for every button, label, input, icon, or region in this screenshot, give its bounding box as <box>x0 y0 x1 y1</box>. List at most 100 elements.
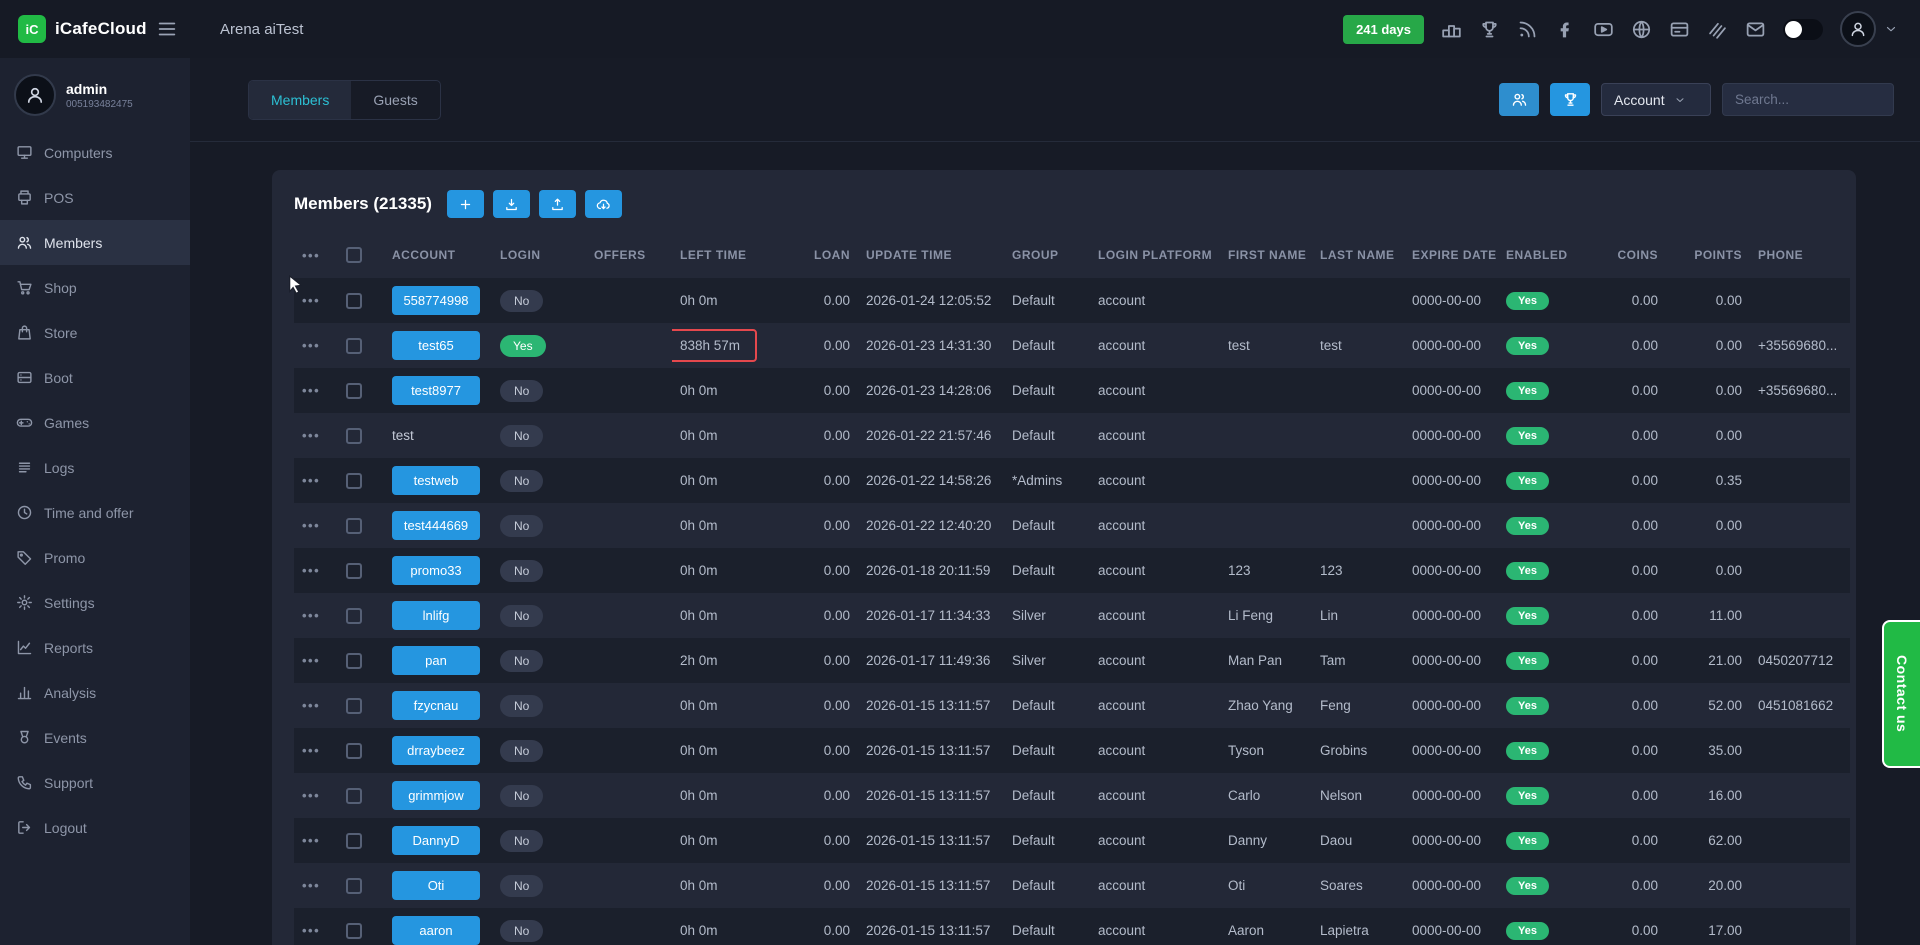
row-checkbox[interactable] <box>346 518 362 534</box>
sidebar-item-logs[interactable]: Logs <box>0 445 190 490</box>
billing-card-icon[interactable] <box>1669 19 1690 40</box>
col-header-account[interactable]: ACCOUNT <box>384 232 492 278</box>
sidebar-item-members[interactable]: Members <box>0 220 190 265</box>
col-header-offers[interactable]: OFFERS <box>586 232 672 278</box>
row-actions-button[interactable]: ••• <box>302 383 320 398</box>
row-actions-button[interactable]: ••• <box>302 518 320 533</box>
col-header-phone[interactable]: PHONE <box>1750 232 1850 278</box>
account-button[interactable]: test65 <box>392 331 480 360</box>
user-avatar[interactable] <box>1840 11 1876 47</box>
row-actions-button[interactable]: ••• <box>302 788 320 803</box>
row-actions-button[interactable]: ••• <box>302 743 320 758</box>
trophy-icon[interactable] <box>1479 19 1500 40</box>
col-header-group[interactable]: GROUP <box>1004 232 1090 278</box>
row-checkbox[interactable] <box>346 743 362 759</box>
tab-members[interactable]: Members <box>249 81 351 119</box>
sidebar-item-logout[interactable]: Logout <box>0 805 190 850</box>
account-button[interactable]: pan <box>392 646 480 675</box>
row-actions-button[interactable]: ••• <box>302 338 320 353</box>
row-actions-button[interactable]: ••• <box>302 878 320 893</box>
row-checkbox[interactable] <box>346 293 362 309</box>
contact-us-button[interactable]: Contact us <box>1882 620 1920 768</box>
sidebar-user-card[interactable]: admin 005193482475 <box>0 58 190 130</box>
account-button[interactable]: promo33 <box>392 556 480 585</box>
account-button[interactable]: drraybeez <box>392 736 480 765</box>
row-actions-button[interactable]: ••• <box>302 608 320 623</box>
account-button[interactable]: test444669 <box>392 511 480 540</box>
sidebar-item-store[interactable]: Store <box>0 310 190 355</box>
sidebar-item-reports[interactable]: Reports <box>0 625 190 670</box>
sidebar-item-settings[interactable]: Settings <box>0 580 190 625</box>
globe-icon[interactable] <box>1631 19 1652 40</box>
export-members-button[interactable] <box>539 190 576 218</box>
account-button[interactable]: fzycnau <box>392 691 480 720</box>
sidebar-item-time-and-offer[interactable]: Time and offer <box>0 490 190 535</box>
row-actions-button[interactable]: ••• <box>302 293 320 308</box>
col-header-last-name[interactable]: LAST NAME <box>1312 232 1404 278</box>
theme-toggle[interactable] <box>1783 19 1823 40</box>
search-input[interactable] <box>1722 83 1894 116</box>
select-all-checkbox[interactable] <box>346 247 362 263</box>
col-header-coins[interactable]: COINS <box>1592 232 1666 278</box>
import-members-button[interactable] <box>493 190 530 218</box>
ranking-icon[interactable] <box>1441 19 1462 40</box>
account-button[interactable]: testweb <box>392 466 480 495</box>
add-member-button[interactable] <box>447 190 484 218</box>
col-header-first-name[interactable]: FIRST NAME <box>1220 232 1312 278</box>
tab-guests[interactable]: Guests <box>351 81 439 119</box>
stripes-icon[interactable] <box>1707 19 1728 40</box>
search-field-dropdown[interactable]: Account <box>1601 83 1711 116</box>
row-checkbox[interactable] <box>346 923 362 939</box>
subscription-days-badge[interactable]: 241 days <box>1343 15 1424 44</box>
sidebar-item-support[interactable]: Support <box>0 760 190 805</box>
facebook-icon[interactable] <box>1555 19 1576 40</box>
account-button[interactable]: 558774998 <box>392 286 480 315</box>
sidebar-item-pos[interactable]: POS <box>0 175 190 220</box>
row-checkbox[interactable] <box>346 473 362 489</box>
sidebar-item-events[interactable]: Events <box>0 715 190 760</box>
row-checkbox[interactable] <box>346 653 362 669</box>
youtube-icon[interactable] <box>1593 19 1614 40</box>
user-menu-caret-icon[interactable] <box>1884 22 1898 36</box>
row-actions-button[interactable]: ••• <box>302 923 320 938</box>
row-checkbox[interactable] <box>346 608 362 624</box>
sidebar-item-promo[interactable]: Promo <box>0 535 190 580</box>
account-button[interactable]: aaron <box>392 916 480 945</box>
cloud-download-button[interactable] <box>585 190 622 218</box>
rss-icon[interactable] <box>1517 19 1538 40</box>
col-header-left-time[interactable]: LEFT TIME <box>672 232 798 278</box>
sidebar-item-shop[interactable]: Shop <box>0 265 190 310</box>
account-button[interactable]: DannyD <box>392 826 480 855</box>
sidebar-item-boot[interactable]: Boot <box>0 355 190 400</box>
account-button[interactable]: grimmjow <box>392 781 480 810</box>
account-button[interactable]: test8977 <box>392 376 480 405</box>
members-view-button[interactable] <box>1499 83 1539 116</box>
col-header-update-time[interactable]: UPDATE TIME <box>858 232 1004 278</box>
col-header-login-platform[interactable]: LOGIN PLATFORM <box>1090 232 1220 278</box>
sidebar-item-analysis[interactable]: Analysis <box>0 670 190 715</box>
row-actions-button[interactable]: ••• <box>302 473 320 488</box>
brand[interactable]: iC iCafeCloud <box>0 15 150 43</box>
row-checkbox[interactable] <box>346 698 362 714</box>
sidebar-item-computers[interactable]: Computers <box>0 130 190 175</box>
account-button[interactable]: Oti <box>392 871 480 900</box>
row-checkbox[interactable] <box>346 833 362 849</box>
row-actions-button[interactable]: ••• <box>302 428 320 443</box>
row-checkbox[interactable] <box>346 428 362 444</box>
col-header-login[interactable]: LOGIN <box>492 232 586 278</box>
row-actions-button[interactable]: ••• <box>302 563 320 578</box>
row-checkbox[interactable] <box>346 878 362 894</box>
mail-icon[interactable] <box>1745 19 1766 40</box>
col-header-loan[interactable]: LOAN <box>798 232 858 278</box>
row-actions-button[interactable]: ••• <box>302 833 320 848</box>
hamburger-menu-icon[interactable] <box>156 18 178 40</box>
col-header-points[interactable]: POINTS <box>1666 232 1750 278</box>
sidebar-item-games[interactable]: Games <box>0 400 190 445</box>
ranking-view-button[interactable] <box>1550 83 1590 116</box>
row-actions-button[interactable]: ••• <box>302 653 320 668</box>
row-checkbox[interactable] <box>346 338 362 354</box>
row-checkbox[interactable] <box>346 383 362 399</box>
row-checkbox[interactable] <box>346 563 362 579</box>
row-checkbox[interactable] <box>346 788 362 804</box>
col-header-expire-date[interactable]: EXPIRE DATE <box>1404 232 1498 278</box>
